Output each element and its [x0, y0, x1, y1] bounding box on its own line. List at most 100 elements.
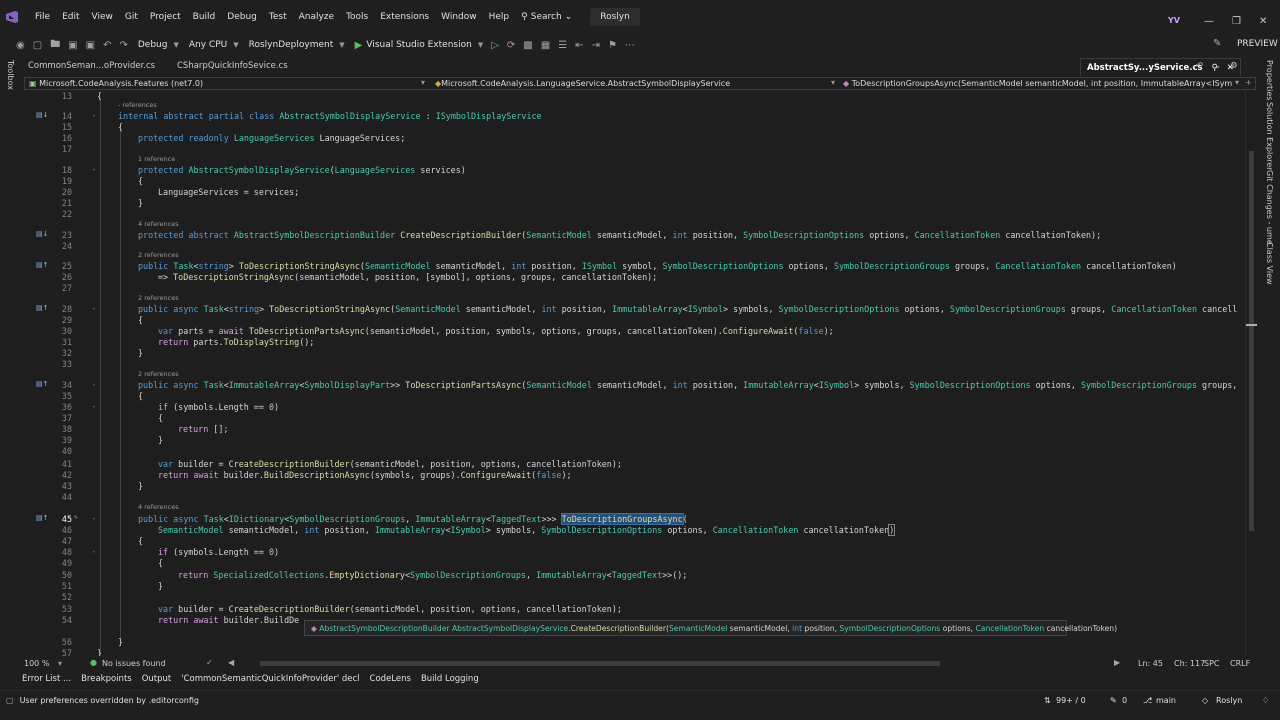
- tab-error-list[interactable]: Error List ...: [22, 674, 71, 684]
- bookmark-icon[interactable]: ⚑: [608, 40, 617, 51]
- code-lens-references[interactable]: - references: [118, 101, 157, 109]
- run-target-select[interactable]: Visual Studio Extension ▼: [366, 40, 483, 50]
- startup-project-select[interactable]: RoslynDeployment ▼: [249, 40, 345, 50]
- new-project-icon[interactable]: ▢: [33, 40, 42, 51]
- browse-icon[interactable]: ▩: [523, 40, 532, 51]
- collapse-icon[interactable]: ⌄: [92, 380, 96, 387]
- scrollbar-thumb[interactable]: [1249, 151, 1254, 531]
- navigate-back-icon[interactable]: ↶: [1196, 61, 1203, 71]
- code-lens-references[interactable]: 4 references: [138, 220, 179, 228]
- chevron-down-icon[interactable]: ▾: [58, 659, 62, 668]
- code-cleanup-icon[interactable]: ✓: [206, 658, 213, 667]
- collapse-icon[interactable]: ⌄: [92, 514, 96, 521]
- chevron-down-icon[interactable]: ▾: [421, 78, 425, 87]
- line-indicator[interactable]: Ln: 45: [1138, 659, 1163, 668]
- scroll-right-icon[interactable]: ▶: [1114, 658, 1120, 667]
- git-repository[interactable]: Roslyn: [1216, 696, 1242, 705]
- tab-find-symbol-results[interactable]: 'CommonSemanticQuickInfoProvider' decl: [181, 674, 359, 684]
- collapse-icon[interactable]: ⌄: [92, 111, 96, 118]
- visual-studio-logo-icon[interactable]: [5, 10, 19, 24]
- tab-output[interactable]: Output: [142, 674, 172, 684]
- more-icon[interactable]: ⋯: [625, 40, 635, 51]
- minimize-icon[interactable]: —: [1204, 16, 1214, 27]
- chevron-down-icon[interactable]: ▾: [831, 78, 835, 87]
- menu-git[interactable]: Git: [119, 12, 144, 22]
- layout-icon[interactable]: ▦: [541, 40, 550, 51]
- whitespace-indicator[interactable]: SPC: [1204, 659, 1220, 668]
- vertical-scrollbar[interactable]: [1245, 91, 1257, 656]
- git-branch[interactable]: main: [1156, 696, 1176, 705]
- platform-select[interactable]: Any CPU ▼: [189, 40, 239, 50]
- class-view-tab[interactable]: Class View: [1265, 242, 1274, 285]
- close-icon[interactable]: ✕: [1259, 16, 1267, 27]
- outdent-icon[interactable]: ⇥: [592, 40, 600, 51]
- toggle-comment-icon[interactable]: ☰: [558, 40, 567, 51]
- menu-file[interactable]: File: [29, 12, 56, 22]
- code-lens-references[interactable]: 2 references: [138, 294, 179, 302]
- save-all-icon[interactable]: ▣: [86, 40, 95, 51]
- collapse-icon[interactable]: ⌄: [92, 165, 96, 172]
- line-ending-indicator[interactable]: CRLF: [1230, 659, 1250, 668]
- indent-icon[interactable]: ⇤: [575, 40, 583, 51]
- feedback-icon[interactable]: ✎: [1213, 38, 1221, 49]
- menu-build[interactable]: Build: [187, 12, 222, 22]
- member-dropdown[interactable]: ◆ ToDescriptionGroupsAsync(SemanticModel…: [843, 79, 1233, 88]
- redo-icon[interactable]: ↷: [119, 40, 127, 51]
- tab-breakpoints[interactable]: Breakpoints: [81, 674, 132, 684]
- search-button[interactable]: ⚲ Search ⌄: [515, 12, 578, 22]
- navigate-back-icon[interactable]: ◉: [16, 40, 25, 51]
- menu-view[interactable]: View: [86, 12, 119, 22]
- split-icon[interactable]: +: [1245, 78, 1252, 87]
- horizontal-scrollbar-thumb[interactable]: [260, 661, 940, 666]
- code-editor[interactable]: 13{ - references ▤↓ 14 ⌄ internal abstract …: [24, 91, 1257, 656]
- unpushed-count[interactable]: 0: [1122, 696, 1127, 705]
- edit-icon[interactable]: ✎: [74, 514, 78, 521]
- start-debugging-icon[interactable]: ▶: [355, 40, 363, 51]
- preview-label[interactable]: PREVIEW: [1237, 39, 1278, 49]
- menu-test[interactable]: Test: [263, 12, 293, 22]
- notifications-icon[interactable]: ♢: [1262, 696, 1269, 705]
- git-changes-count[interactable]: 99+ / 0: [1056, 696, 1086, 705]
- code-lens-references[interactable]: 4 references: [138, 503, 179, 511]
- solution-name-badge[interactable]: Roslyn: [590, 8, 640, 26]
- chevron-down-icon[interactable]: ▾: [1235, 78, 1239, 87]
- undo-icon[interactable]: ↶: [103, 40, 111, 51]
- menu-tools[interactable]: Tools: [340, 12, 374, 22]
- collapse-icon[interactable]: ⌄: [92, 304, 96, 311]
- tab-list-icon[interactable]: ⌄: [1214, 61, 1221, 71]
- settings-icon[interactable]: ⚙: [1230, 61, 1238, 71]
- code-lens-references[interactable]: 2 references: [138, 370, 179, 378]
- hot-reload-icon[interactable]: ⟳: [507, 40, 515, 51]
- git-changes-tab[interactable]: Git Changes - ume: [1265, 170, 1274, 245]
- save-icon[interactable]: ▣: [68, 40, 77, 51]
- restore-icon[interactable]: ❐: [1232, 16, 1241, 27]
- scroll-left-icon[interactable]: ◀: [228, 658, 234, 667]
- menu-project[interactable]: Project: [144, 12, 187, 22]
- column-indicator[interactable]: Ch: 117: [1174, 659, 1205, 668]
- menu-extensions[interactable]: Extensions: [374, 12, 435, 22]
- menu-window[interactable]: Window: [435, 12, 483, 22]
- tab-build-logging[interactable]: Build Logging: [421, 674, 479, 684]
- properties-tab[interactable]: Properties: [1265, 60, 1274, 100]
- open-folder-icon[interactable]: 🖿: [50, 37, 60, 54]
- issues-status[interactable]: No issues found: [102, 659, 166, 668]
- tab-common-semantic-quickinfo-provider[interactable]: CommonSeman...oProvider.cs: [28, 61, 155, 71]
- start-without-debugging-icon[interactable]: ▷: [491, 40, 499, 51]
- zoom-level[interactable]: 100 %: [24, 659, 49, 668]
- collapse-icon[interactable]: ⌄: [92, 402, 96, 409]
- type-dropdown[interactable]: ◆Microsoft.CodeAnalysis.LanguageService.…: [435, 79, 835, 88]
- menu-edit[interactable]: Edit: [56, 12, 85, 22]
- project-dropdown[interactable]: ▣ Microsoft.CodeAnalysis.Features (net7.…: [29, 79, 419, 88]
- tab-csharp-quickinfo-service[interactable]: CSharpQuickInfoSevice.cs: [177, 61, 288, 71]
- collapse-icon[interactable]: ⌄: [92, 547, 96, 554]
- code-lens-references[interactable]: 2 references: [138, 251, 179, 259]
- solution-explorer-tab[interactable]: Solution Explorer: [1265, 102, 1274, 170]
- menu-debug[interactable]: Debug: [221, 12, 263, 22]
- menu-analyze[interactable]: Analyze: [293, 12, 340, 22]
- configuration-select[interactable]: Debug ▼: [138, 40, 179, 50]
- toolbox-tab[interactable]: Toolbox: [6, 60, 15, 90]
- menu-help[interactable]: Help: [483, 12, 516, 22]
- avatar[interactable]: YV: [1168, 16, 1186, 30]
- code-lens-references[interactable]: 1 reference: [138, 155, 175, 163]
- tab-codelens[interactable]: CodeLens: [370, 674, 411, 684]
